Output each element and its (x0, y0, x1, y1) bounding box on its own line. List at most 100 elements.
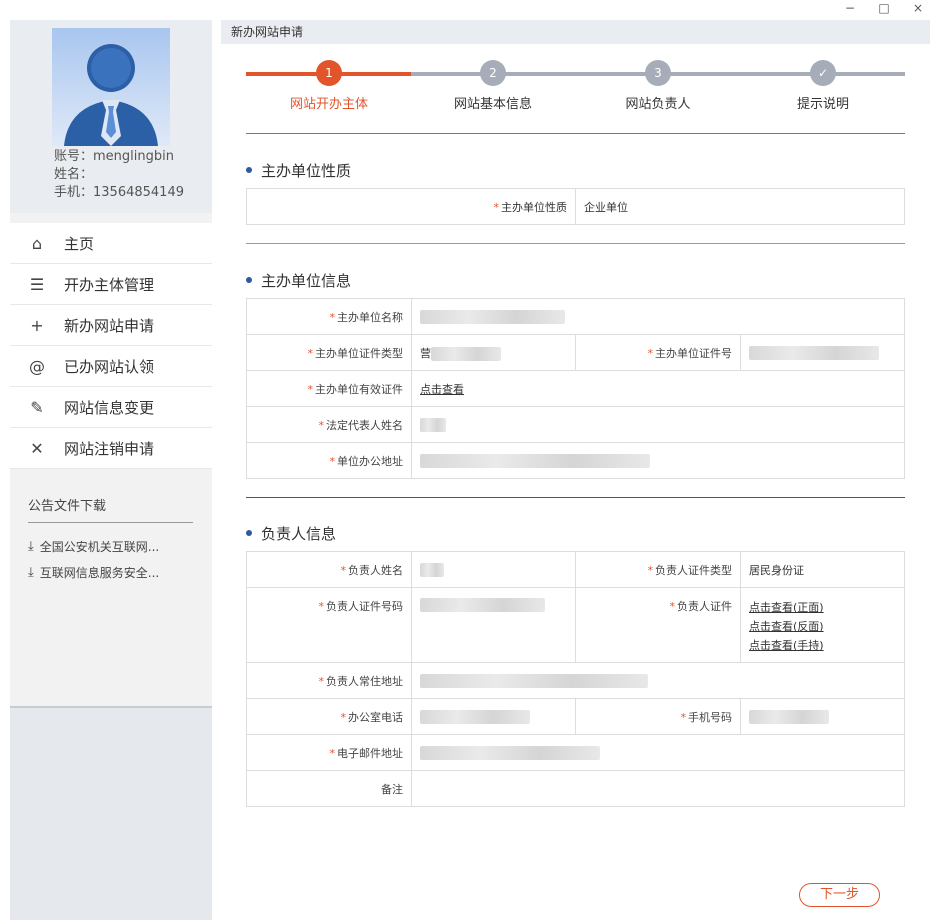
label-text: 电子邮件地址 (337, 746, 403, 760)
divider (246, 243, 905, 244)
table-row: * 负责人常住地址 (246, 662, 905, 699)
main-panel: 新办网站申请 1 2 3 ✓ 网站开办主体 网站基本信息 网站负责人 提示说明 … (221, 20, 930, 922)
window-controls: − □ × (833, 0, 935, 18)
field-label: * 负责人证件 (575, 587, 741, 663)
section-title-org: 主办单位信息 (246, 270, 351, 291)
field-label: * 主办单位证件号 (575, 334, 741, 371)
view-cert-front-link[interactable]: 点击查看(正面) (749, 601, 824, 614)
mobile-value (740, 698, 905, 735)
notice-item[interactable]: ⤓ 全国公安机关互联网... (28, 535, 212, 557)
menu-item-label: 已办网站认领 (64, 357, 155, 376)
person-name-value (411, 551, 576, 588)
required-mark: * (647, 563, 654, 577)
required-mark: * (318, 674, 325, 688)
label-text: 负责人证件号码 (326, 600, 403, 613)
table-row: * 主办单位有效证件 点击查看 (246, 370, 905, 407)
required-mark: * (307, 382, 314, 396)
table-row: * 单位办公地址 (246, 442, 905, 479)
menu-item-label: 新办网站申请 (64, 316, 155, 335)
download-icon: ⤓ (28, 564, 34, 580)
menu-item-home[interactable]: ⌂ 主页 (10, 223, 212, 264)
required-mark: * (680, 710, 687, 724)
table-row: * 办公室电话 * 手机号码 (246, 698, 905, 735)
menu-item-change-info[interactable]: ✎ 网站信息变更 (10, 387, 212, 428)
label-text: 主办单位证件号 (655, 346, 732, 360)
close-icon[interactable]: × (901, 0, 935, 18)
view-cert-back-link[interactable]: 点击查看(反面) (749, 620, 824, 633)
field-label: 备注 (246, 770, 412, 807)
redacted-value (431, 346, 501, 361)
person-idno-value (411, 587, 576, 663)
required-mark: * (669, 600, 676, 613)
maximize-icon[interactable]: □ (867, 0, 901, 18)
field-label: * 负责人常住地址 (246, 662, 412, 699)
field-label: * 单位办公地址 (246, 442, 412, 479)
redacted-value (420, 673, 648, 688)
org-name-value (411, 298, 905, 335)
required-mark: * (318, 600, 325, 613)
menu-item-cancel-site[interactable]: ✕ 网站注销申请 (10, 428, 212, 469)
field-label: * 电子邮件地址 (246, 734, 412, 771)
menu-item-entity-management[interactable]: ☰ 开办主体管理 (10, 264, 212, 305)
org-table: * 主办单位名称 * 主办单位证件类型 营 * 主办单位证件号 * 主办单位有效证件 点… (246, 298, 905, 479)
person-idtype-value: 居民身份证 (740, 551, 905, 588)
app-window: − □ × 账号：menglingbin 姓名： 手机：13564854149 … (0, 0, 935, 922)
next-step-button[interactable]: 下一步 (799, 883, 880, 907)
menu-item-label: 网站注销申请 (64, 439, 155, 458)
office-phone-value (411, 698, 576, 735)
section-title-text: 主办单位信息 (261, 272, 352, 290)
required-mark: * (329, 454, 336, 468)
value-prefix: 营 (420, 346, 431, 360)
minimize-icon[interactable]: − (833, 0, 867, 18)
avatar (52, 28, 170, 146)
label-text: 法定代表人姓名 (326, 418, 403, 432)
email-value (411, 734, 905, 771)
edit-icon: ✎ (30, 397, 44, 417)
remark-value (411, 770, 905, 807)
table-row: * 主办单位证件类型 营 * 主办单位证件号 (246, 334, 905, 371)
label-text: 主办单位证件类型 (315, 346, 403, 360)
table-row: * 主办单位性质 企业单位 (246, 188, 905, 225)
field-label: * 手机号码 (575, 698, 741, 735)
redacted-value (420, 598, 545, 612)
section-title-text: 负责人信息 (261, 525, 337, 543)
redacted-value (749, 709, 829, 724)
field-label: * 主办单位有效证件 (246, 370, 412, 407)
page-title: 新办网站申请 (221, 20, 930, 44)
view-cert-link[interactable]: 点击查看 (420, 383, 464, 396)
section-title-nature: 主办单位性质 (246, 160, 351, 181)
redacted-value (420, 709, 530, 724)
field-label: * 负责人证件号码 (246, 587, 412, 663)
menu-item-label: 主页 (64, 234, 95, 253)
label-text: 负责人证件 (677, 600, 732, 613)
step-1-circle: 1 (316, 60, 342, 86)
step-1-label: 网站开办主体 (289, 97, 368, 112)
bullet-icon (246, 276, 252, 283)
bullet-icon (246, 166, 252, 173)
divider (246, 133, 905, 134)
field-label: * 法定代表人姓名 (246, 406, 412, 443)
menu-item-new-site[interactable]: + 新办网站申请 (10, 305, 212, 346)
legal-name-value (411, 406, 905, 443)
at-icon: @ (29, 356, 45, 376)
required-mark: * (493, 200, 500, 214)
view-cert-hand-link[interactable]: 点击查看(手持) (749, 639, 824, 652)
label-text: 负责人证件类型 (655, 563, 732, 577)
notice-title: 公告文件下载 (28, 495, 193, 523)
table-row: 备注 (246, 770, 905, 807)
redacted-value (420, 417, 446, 432)
step-indicator: 1 2 3 ✓ 网站开办主体 网站基本信息 网站负责人 提示说明 (246, 60, 905, 120)
label-text: 负责人常住地址 (326, 674, 403, 688)
menu-item-label: 开办主体管理 (64, 275, 155, 294)
field-label: * 办公室电话 (246, 698, 412, 735)
sidebar-footer (10, 706, 212, 920)
redacted-value (749, 345, 879, 360)
notice-item[interactable]: ⤓ 互联网信息服务安全... (28, 561, 212, 583)
notice-label: 全国公安机关互联网... (39, 539, 160, 554)
menu-item-claim-site[interactable]: @ 已办网站认领 (10, 346, 212, 387)
field-label: * 主办单位证件类型 (246, 334, 412, 371)
label-text: 办公室电话 (348, 710, 403, 724)
step-3-label: 网站负责人 (625, 97, 691, 112)
sidebar: 账号：menglingbin 姓名： 手机：13564854149 ⌂ 主页 ☰… (10, 20, 212, 920)
check-icon: ✓ (810, 60, 836, 86)
